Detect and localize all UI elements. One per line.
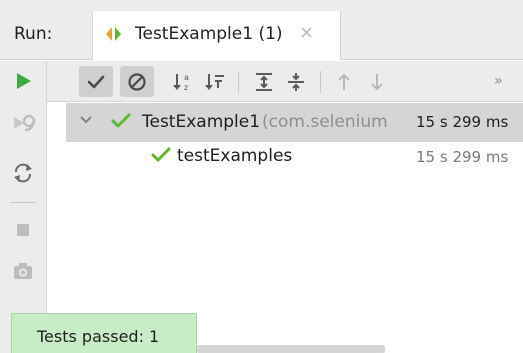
passed-check-icon xyxy=(110,111,132,131)
left-toolbar xyxy=(0,61,47,353)
screenshot-icon[interactable] xyxy=(10,258,36,284)
expand-all-icon[interactable] xyxy=(251,69,277,95)
status-text: Tests passed: 1 xyxy=(37,327,160,346)
show-ignored-icon xyxy=(124,69,150,95)
previous-test-icon[interactable] xyxy=(331,69,357,95)
close-icon[interactable]: × xyxy=(299,23,314,43)
show-passed-icon xyxy=(83,69,109,95)
svg-text:z: z xyxy=(184,83,188,92)
tab-title: TestExample1 (1) xyxy=(135,24,283,44)
horizontal-scrollbar[interactable] xyxy=(197,345,385,353)
test-class-package: (com.selenium xyxy=(262,112,388,132)
collapse-all-icon[interactable] xyxy=(283,69,309,95)
stop-icon[interactable] xyxy=(10,217,36,243)
rerun-failed-icon[interactable] xyxy=(10,110,36,136)
test-method-name[interactable]: testExamples xyxy=(177,145,292,167)
separator xyxy=(10,202,36,203)
sort-alphabetically-icon[interactable]: a z xyxy=(170,69,196,95)
toggle-auto-test-icon[interactable] xyxy=(10,160,36,186)
chevron-down-icon[interactable] xyxy=(79,113,93,127)
run-config-icon xyxy=(104,26,124,42)
test-duration: 15 s 299 ms xyxy=(416,113,509,131)
svg-text:a: a xyxy=(184,73,189,82)
sort-by-duration-icon[interactable] xyxy=(202,69,228,95)
run-icon[interactable] xyxy=(10,68,36,94)
test-class-name: TestExample1 xyxy=(142,112,261,132)
toolbar-separator xyxy=(238,71,239,93)
run-label: Run: xyxy=(14,24,53,44)
more-actions-button[interactable]: » xyxy=(494,71,503,91)
passed-check-icon xyxy=(150,145,172,165)
toolbar-separator xyxy=(320,71,321,93)
next-test-icon[interactable] xyxy=(364,69,390,95)
test-duration: 15 s 299 ms xyxy=(416,148,509,166)
